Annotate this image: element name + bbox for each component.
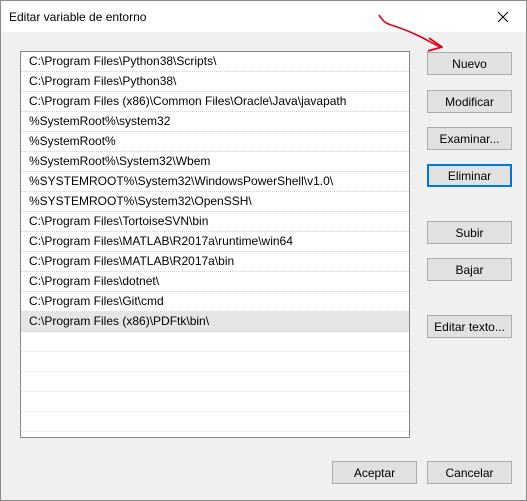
- cancel-button[interactable]: Cancelar: [427, 461, 512, 484]
- path-list-empty-row[interactable]: [21, 392, 409, 412]
- path-list-item[interactable]: C:\Program Files (x86)\PDFtk\bin\: [21, 312, 409, 332]
- path-list-item[interactable]: %SYSTEMROOT%\System32\WindowsPowerShell\…: [21, 172, 409, 192]
- close-button[interactable]: [480, 1, 526, 32]
- edit-env-variable-dialog: Editar variable de entorno C:\Program Fi…: [0, 0, 527, 501]
- path-list-item[interactable]: C:\Program Files (x86)\Common Files\Orac…: [21, 92, 409, 112]
- path-list-empty-row[interactable]: [21, 412, 409, 432]
- path-list-empty-row[interactable]: [21, 332, 409, 352]
- path-list-item[interactable]: %SystemRoot%: [21, 132, 409, 152]
- path-list-empty-row[interactable]: [21, 432, 409, 437]
- edit-text-button[interactable]: Editar texto...: [427, 315, 512, 338]
- accept-button[interactable]: Aceptar: [332, 461, 417, 484]
- path-list-item[interactable]: C:\Program Files\Python38\: [21, 72, 409, 92]
- delete-button[interactable]: Eliminar: [427, 164, 512, 187]
- path-list-item[interactable]: %SystemRoot%\system32: [21, 112, 409, 132]
- path-list-empty-row[interactable]: [21, 372, 409, 392]
- path-list-item[interactable]: C:\Program Files\MATLAB\R2017a\runtime\w…: [21, 232, 409, 252]
- edit-button[interactable]: Modificar: [427, 90, 512, 113]
- close-icon: [497, 11, 509, 23]
- path-list-item[interactable]: C:\Program Files\TortoiseSVN\bin: [21, 212, 409, 232]
- browse-button[interactable]: Examinar...: [427, 127, 512, 150]
- path-list-item[interactable]: %SYSTEMROOT%\System32\OpenSSH\: [21, 192, 409, 212]
- path-list-empty-row[interactable]: [21, 352, 409, 372]
- path-list-item[interactable]: C:\Program Files\Git\cmd: [21, 292, 409, 312]
- path-list-item[interactable]: C:\Program Files\Python38\Scripts\: [21, 52, 409, 72]
- red-arrow-annotation: [378, 14, 443, 52]
- move-up-button[interactable]: Subir: [427, 221, 512, 244]
- path-list-item[interactable]: C:\Program Files\MATLAB\R2017a\bin: [21, 252, 409, 272]
- path-list-item[interactable]: C:\Program Files\dotnet\: [21, 272, 409, 292]
- move-down-button[interactable]: Bajar: [427, 258, 512, 281]
- path-list-item[interactable]: %SystemRoot%\System32\Wbem: [21, 152, 409, 172]
- window-title: Editar variable de entorno: [9, 10, 147, 24]
- path-list[interactable]: C:\Program Files\Python38\Scripts\ C:\Pro…: [20, 51, 410, 438]
